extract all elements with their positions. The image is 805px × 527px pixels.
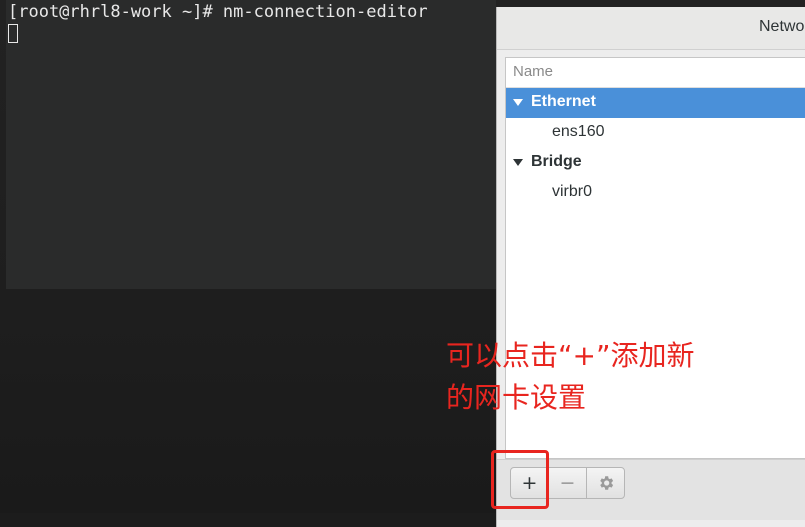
annotation-highlight-box	[491, 450, 549, 509]
expander-down-icon[interactable]	[513, 99, 523, 106]
group-label-ethernet: Ethernet	[531, 93, 596, 110]
column-header-label: Name	[513, 63, 554, 80]
connection-row-virbr0[interactable]: virbr0	[506, 178, 805, 208]
terminal-command-line: [root@rhrl8-work ~]# nm-connection-edito…	[8, 2, 428, 22]
connection-row-ens160[interactable]: ens160	[506, 118, 805, 148]
edit-connection-button[interactable]	[586, 467, 625, 499]
expander-down-icon[interactable]	[513, 159, 523, 166]
terminal-cursor	[8, 24, 18, 43]
group-row-ethernet[interactable]: Ethernet	[506, 88, 805, 118]
dialog-titlebar[interactable]: Netwo	[497, 7, 805, 50]
remove-connection-button[interactable]: −	[548, 467, 587, 499]
group-row-bridge[interactable]: Bridge	[506, 148, 805, 178]
group-label-bridge: Bridge	[531, 153, 582, 170]
terminal-window[interactable]: [root@rhrl8-work ~]# nm-connection-edito…	[6, 0, 496, 289]
gear-icon	[599, 476, 613, 490]
red-annotation-text: 可以点击“+”添加新 的网卡设置	[446, 339, 695, 414]
connection-label-virbr0: virbr0	[552, 183, 593, 200]
connection-label-ens160: ens160	[552, 123, 605, 140]
network-connections-dialog: Netwo Name Ethernet ens160 Bridge virbr0…	[496, 7, 805, 527]
dialog-title: Netwo	[759, 18, 805, 35]
column-header-name[interactable]: Name	[506, 58, 805, 88]
